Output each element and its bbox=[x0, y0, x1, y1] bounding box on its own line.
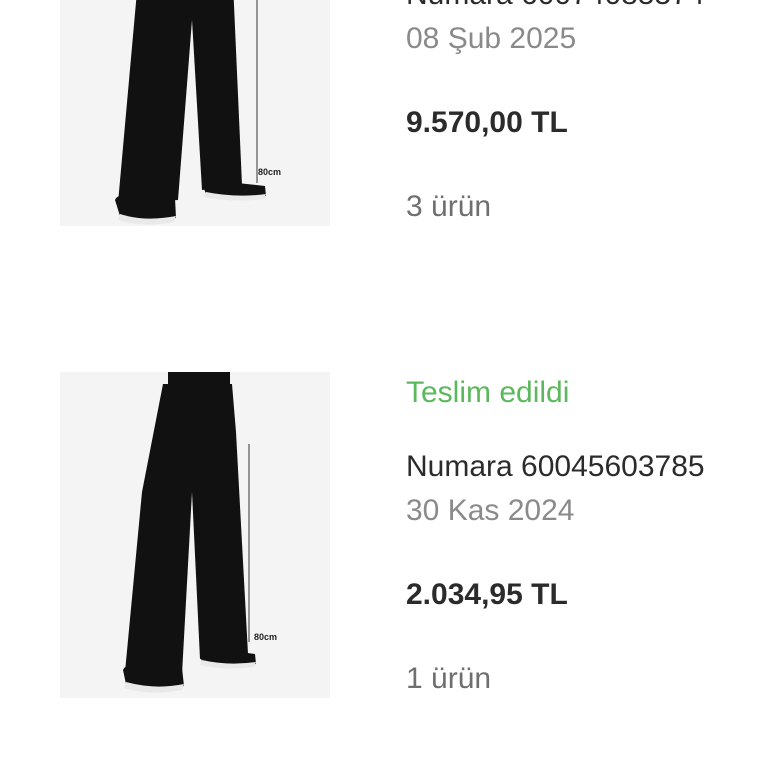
order-date: 30 Kas 2024 bbox=[406, 494, 575, 527]
order-number: Numara 60045603785 bbox=[406, 450, 705, 483]
wide-leg-trousers-image: 80cm bbox=[123, 372, 277, 693]
wide-leg-trousers-image: 80cm bbox=[115, 0, 281, 225]
order-price: 2.034,95 TL bbox=[406, 578, 568, 611]
measure-label: 80cm bbox=[254, 632, 277, 642]
order-item-count: 3 ürün bbox=[406, 190, 492, 223]
order-price: 9.570,00 TL bbox=[406, 106, 568, 139]
order-date: 08 Şub 2025 bbox=[406, 22, 577, 55]
order-status: Teslim edildi bbox=[406, 376, 570, 409]
measure-label: 80cm bbox=[258, 167, 281, 177]
product-thumbnail[interactable]: 80cm bbox=[60, 0, 330, 226]
order-item-count: 1 ürün bbox=[406, 662, 492, 695]
product-thumbnail[interactable]: 80cm bbox=[60, 372, 330, 698]
order-number: Numara 60074085574 bbox=[406, 0, 705, 12]
